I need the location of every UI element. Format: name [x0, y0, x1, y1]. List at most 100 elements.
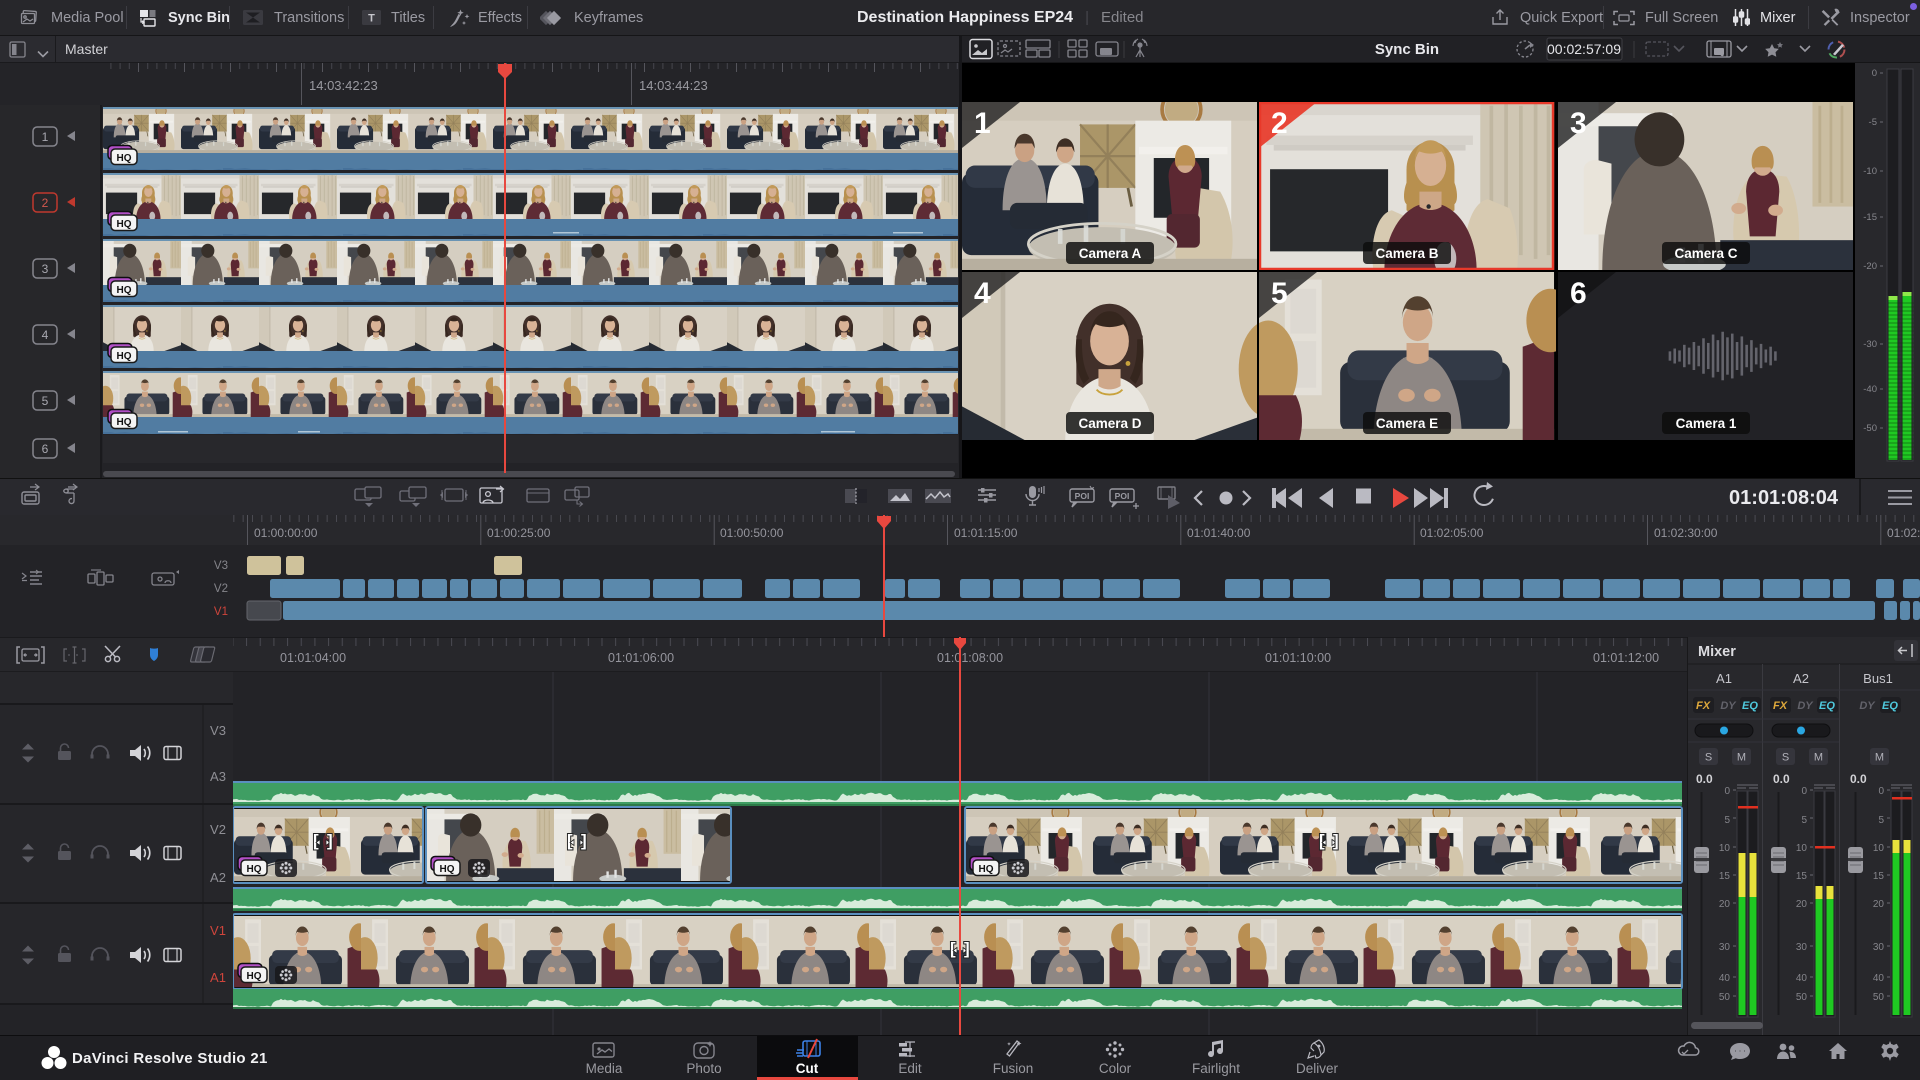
- svg-text:01:00:00:00: 01:00:00:00: [254, 526, 318, 540]
- svg-text:Camera C: Camera C: [1674, 246, 1737, 261]
- svg-text:30: 30: [1719, 942, 1731, 953]
- svg-text:01:01:40:00: 01:01:40:00: [1187, 526, 1251, 540]
- svg-text:6: 6: [1570, 277, 1587, 310]
- svg-text:01:02:: 01:02:: [1887, 526, 1920, 540]
- svg-text:0.0: 0.0: [1850, 772, 1867, 786]
- svg-text:sm: sm: [1102, 50, 1110, 56]
- svg-text:50: 50: [1873, 992, 1885, 1003]
- svg-text:3: 3: [1570, 107, 1587, 140]
- svg-text:A1: A1: [210, 970, 226, 985]
- svg-text:FX: FX: [1773, 700, 1788, 712]
- svg-text:30: 30: [1796, 942, 1808, 953]
- svg-text:4: 4: [974, 277, 991, 310]
- svg-text:M: M: [1875, 752, 1884, 764]
- svg-text:01:01:08:04: 01:01:08:04: [1729, 487, 1839, 509]
- svg-text:V3: V3: [210, 723, 226, 738]
- svg-text:0: 0: [1724, 786, 1730, 797]
- svg-text:01:01:06:00: 01:01:06:00: [608, 651, 674, 665]
- svg-text:3: 3: [42, 262, 49, 276]
- svg-text:0.0: 0.0: [1773, 772, 1790, 786]
- svg-text:T: T: [368, 13, 375, 25]
- svg-text:DY: DY: [1797, 700, 1814, 712]
- svg-text:6: 6: [42, 442, 49, 456]
- svg-text:-40: -40: [1863, 384, 1877, 395]
- svg-text:01:01:10:00: 01:01:10:00: [1265, 651, 1331, 665]
- svg-text:50: 50: [1796, 992, 1808, 1003]
- svg-text:DY: DY: [1720, 700, 1737, 712]
- svg-text:5: 5: [42, 394, 49, 408]
- svg-text:-5: -5: [1869, 117, 1877, 128]
- svg-text:V2: V2: [214, 583, 228, 595]
- svg-text:HQ: HQ: [1715, 50, 1724, 56]
- svg-text:15: 15: [1719, 871, 1731, 882]
- svg-text:A1: A1: [1716, 671, 1732, 686]
- svg-text:5: 5: [1271, 277, 1288, 310]
- svg-text:01:00:25:00: 01:00:25:00: [487, 526, 551, 540]
- svg-text:EQ: EQ: [1882, 700, 1898, 712]
- svg-text:EQ: EQ: [1819, 700, 1835, 712]
- svg-text:15: 15: [1873, 871, 1885, 882]
- svg-text:-10: -10: [1863, 166, 1877, 177]
- svg-text:20: 20: [1719, 899, 1731, 910]
- svg-text:Camera B: Camera B: [1375, 246, 1438, 261]
- svg-text:10: 10: [1719, 843, 1731, 854]
- svg-text:50: 50: [1719, 992, 1731, 1003]
- svg-text:40: 40: [1796, 973, 1808, 984]
- svg-text:EQ: EQ: [1742, 700, 1758, 712]
- svg-text:Sync Bin: Sync Bin: [1375, 41, 1439, 58]
- svg-text:10: 10: [1873, 843, 1885, 854]
- svg-text:40: 40: [1873, 973, 1885, 984]
- svg-text:01:02:05:00: 01:02:05:00: [1420, 526, 1484, 540]
- svg-text:V3: V3: [214, 560, 228, 572]
- svg-text:Camera A: Camera A: [1079, 246, 1142, 261]
- svg-text:14:03:42:23: 14:03:42:23: [309, 78, 378, 93]
- svg-text:01:00:50:00: 01:00:50:00: [720, 526, 784, 540]
- svg-text:FX: FX: [1696, 700, 1711, 712]
- svg-text:4: 4: [42, 328, 49, 342]
- svg-text:2: 2: [1271, 107, 1288, 140]
- svg-text:POI: POI: [1115, 491, 1130, 501]
- svg-text:5: 5: [1878, 815, 1884, 826]
- svg-text:Edit: Edit: [898, 1061, 922, 1076]
- svg-text:Media: Media: [586, 1061, 623, 1076]
- svg-text:Color: Color: [1099, 1061, 1132, 1076]
- svg-text:01:01:04:00: 01:01:04:00: [280, 651, 346, 665]
- svg-text:S: S: [1705, 752, 1712, 764]
- svg-text:1: 1: [974, 107, 991, 140]
- svg-text:40: 40: [1719, 973, 1731, 984]
- svg-text:1: 1: [42, 130, 49, 144]
- svg-text:-20: -20: [1863, 261, 1877, 272]
- svg-text:M: M: [1814, 752, 1823, 764]
- svg-text:2: 2: [42, 196, 49, 210]
- svg-text:Deliver: Deliver: [1296, 1061, 1339, 1076]
- svg-text:0: 0: [1801, 786, 1807, 797]
- svg-text:Mixer: Mixer: [1698, 644, 1736, 660]
- svg-text:01:02:30:00: 01:02:30:00: [1654, 526, 1718, 540]
- svg-text:10: 10: [1796, 843, 1808, 854]
- svg-text:5: 5: [1724, 815, 1730, 826]
- svg-text:5: 5: [1801, 815, 1807, 826]
- svg-text:-50: -50: [1863, 423, 1877, 434]
- svg-text:A2: A2: [1793, 671, 1809, 686]
- svg-text:A3: A3: [210, 769, 226, 784]
- svg-text:-30: -30: [1863, 339, 1877, 350]
- svg-text:S: S: [1782, 752, 1789, 764]
- svg-text:A2: A2: [210, 870, 226, 885]
- svg-text:01:01:15:00: 01:01:15:00: [954, 526, 1018, 540]
- svg-text:15: 15: [1796, 871, 1808, 882]
- svg-text:Photo: Photo: [686, 1061, 721, 1076]
- svg-text:Fairlight: Fairlight: [1192, 1061, 1240, 1076]
- svg-text:0.0: 0.0: [1696, 772, 1713, 786]
- svg-text:M: M: [1737, 752, 1746, 764]
- svg-text:14:03:44:23: 14:03:44:23: [639, 78, 708, 93]
- svg-text:DY: DY: [1859, 700, 1876, 712]
- svg-text:30: 30: [1873, 942, 1885, 953]
- svg-text:Cut: Cut: [796, 1061, 819, 1076]
- svg-text:20: 20: [1796, 899, 1808, 910]
- svg-text:01:01:08:00: 01:01:08:00: [937, 651, 1003, 665]
- svg-text:Camera E: Camera E: [1376, 416, 1438, 431]
- svg-text:0: 0: [1878, 786, 1884, 797]
- svg-text:V1: V1: [210, 923, 226, 938]
- svg-text:V1: V1: [214, 606, 228, 618]
- svg-text:20: 20: [1873, 899, 1885, 910]
